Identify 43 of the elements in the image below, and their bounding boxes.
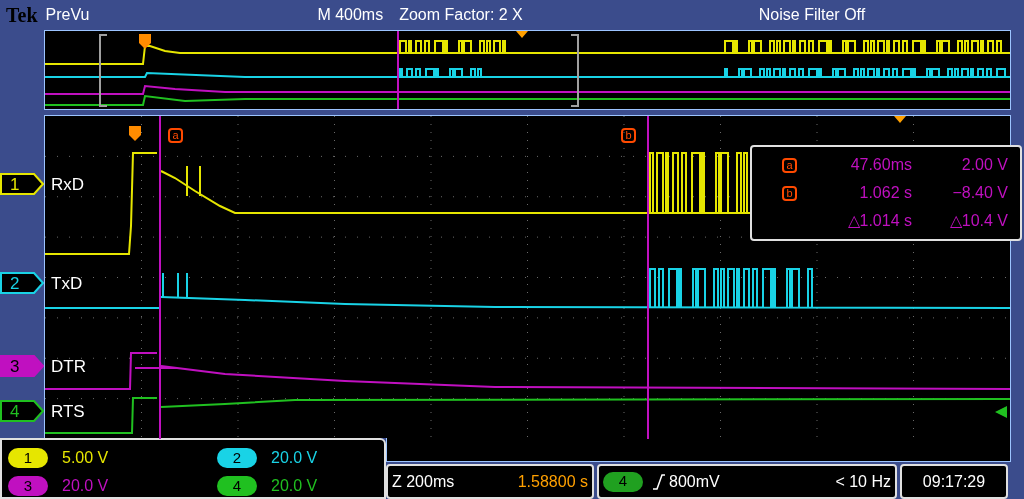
trigger-frequency: < 10 Hz [835,471,891,492]
channel-marker[interactable]: 1 [0,173,44,195]
zoom-position: 1.58800 s [517,471,588,492]
clock-time: 09:17:29 [922,471,986,492]
mode-label: PreVu [45,5,90,25]
cursor-marker: a [168,128,183,143]
channel-badge[interactable]: 1 [8,448,48,468]
channel-marker[interactable]: 3 [0,355,44,377]
zoom-scale: Z 200ms [392,471,455,492]
trigger-icon [139,34,151,49]
timebase-label: M 400ms [317,5,384,25]
trigger-position-icon [516,31,528,38]
cursor-time: 47.60ms [849,155,912,175]
trigger-position-icon [894,116,906,123]
brand-logo: Tek [6,3,38,28]
channel-badge[interactable]: 4 [217,476,257,496]
trigger-level-icon [995,406,1007,418]
channel-marker[interactable]: 2 [0,272,44,294]
channel-badge[interactable]: 2 [217,448,257,468]
channel-scale: 5.00 V [62,448,109,468]
cursor-voltage: △10.4 V [948,211,1009,231]
cursor-time: △1.014 s [846,211,912,231]
cursor-voltage: −8.40 V [951,183,1009,203]
cursor-time: 1.062 s [858,183,912,203]
trigger-icon [129,126,141,141]
channel-badge[interactable]: 3 [8,476,48,496]
channel-scale: 20.0 V [62,476,109,496]
rising-edge-icon [653,473,665,490]
cursor-marker: b [621,128,636,143]
channel-scale: 20.0 V [271,448,318,468]
channel-label: RTS [51,403,85,420]
cursor-marker: a [782,157,797,173]
trigger-level: 800mV [669,471,720,492]
channel-label: DTR [51,358,86,375]
channel-marker[interactable]: 4 [0,400,44,422]
zoom-factor-label: Zoom Factor: 2 X [399,5,523,25]
cursor-marker: b [782,185,797,201]
trigger-source-badge[interactable]: 4 [603,471,643,492]
channel-label: RxD [51,176,85,193]
channel-label: TxD [51,275,83,292]
channel-scale: 20.0 V [271,476,318,496]
noise-filter-label: Noise Filter Off [758,5,866,25]
cursor-voltage: 2.00 V [960,155,1009,175]
